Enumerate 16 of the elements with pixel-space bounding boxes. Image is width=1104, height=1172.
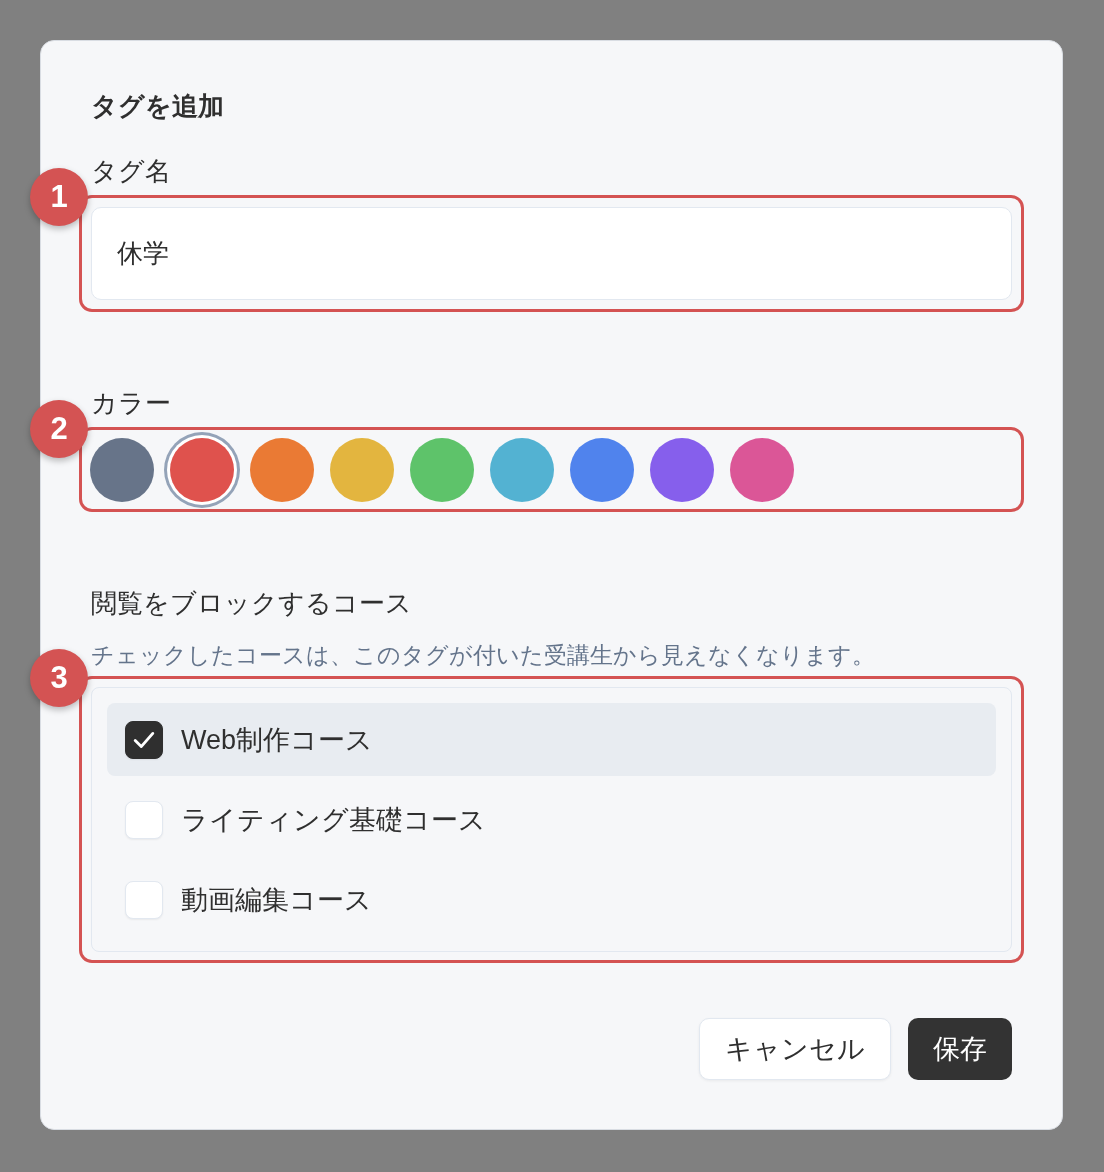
dialog-title: タグを追加 bbox=[91, 90, 225, 122]
field-label: カラー bbox=[91, 387, 172, 419]
field-label: 閲覧をブロックするコース bbox=[91, 587, 413, 619]
callout-number: 2 bbox=[30, 400, 88, 458]
course-option[interactable]: ライティング基礎コース bbox=[107, 783, 996, 856]
checkbox[interactable] bbox=[125, 720, 163, 759]
callout-number: 3 bbox=[30, 649, 88, 707]
tag-name-input[interactable]: 休学 bbox=[91, 207, 1012, 300]
course-option[interactable]: 動画編集コース bbox=[107, 863, 996, 936]
field-label: タグ名 bbox=[91, 155, 172, 187]
course-option[interactable]: Web制作コース bbox=[107, 703, 996, 776]
callout-number: 1 bbox=[30, 168, 88, 226]
hint-text: チェックしたコースは、このタグが付いた受講生から見えなくなります。 bbox=[91, 641, 876, 670]
checkmark-icon bbox=[133, 730, 155, 749]
cancel-button[interactable]: キャンセル bbox=[699, 1018, 891, 1080]
save-button[interactable]: 保存 bbox=[908, 1018, 1012, 1080]
